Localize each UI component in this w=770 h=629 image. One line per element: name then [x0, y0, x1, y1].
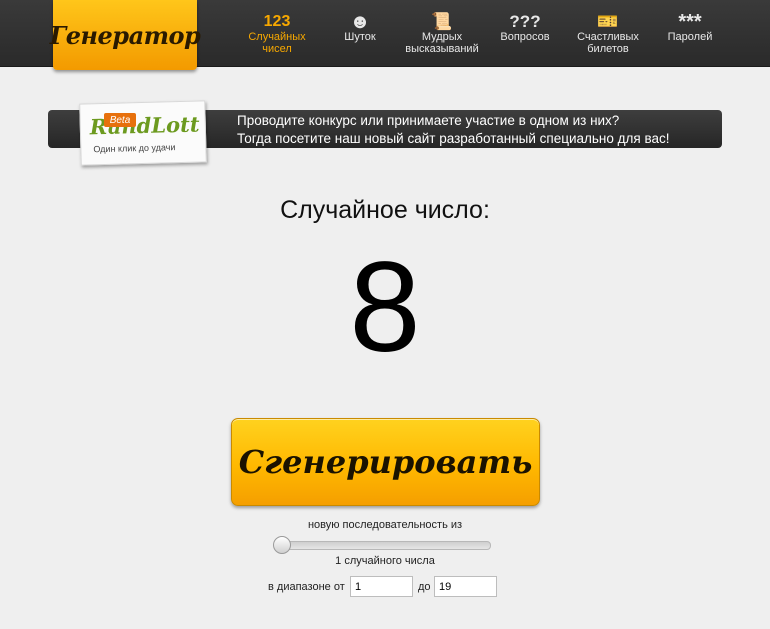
- smiley-icon: ☻: [349, 11, 371, 33]
- nav-item-quotes[interactable]: 📜 Мудрых высказываний: [400, 0, 484, 66]
- ticket-icon: 🎫: [597, 12, 619, 31]
- numbers-icon: 123: [263, 13, 291, 30]
- result-label: Случайное число:: [280, 196, 490, 224]
- range-to-input[interactable]: [434, 576, 497, 597]
- site-logo[interactable]: Генератор: [50, 0, 201, 70]
- nav-item-label: Шуток: [344, 31, 376, 43]
- range-to-label: до: [418, 581, 431, 593]
- count-slider-handle[interactable]: [273, 536, 291, 554]
- nav-item-random-numbers[interactable]: 123 Случайных чисел: [244, 0, 310, 66]
- question-marks-icon: ???: [509, 12, 541, 31]
- generate-button[interactable]: Сгенерировать: [231, 418, 540, 506]
- scroll-icon: 📜: [431, 12, 453, 31]
- beta-badge: Beta: [104, 113, 136, 127]
- nav-item-label: Паролей: [667, 31, 713, 43]
- sequence-label: новую последовательность из: [307, 519, 463, 531]
- count-slider-track[interactable]: [276, 541, 491, 550]
- nav-item-lucky-tickets[interactable]: 🎫 Счастливых билетов: [570, 0, 646, 66]
- random-number-result: 8: [349, 236, 421, 379]
- banner-line-1: Проводите конкурс или принимаете участие…: [237, 113, 620, 128]
- banner-line-2: Тогда посетите наш новый сайт разработан…: [237, 131, 670, 146]
- nav-item-label: Вопросов: [500, 31, 550, 43]
- nav-item-label: Счастливых билетов: [577, 31, 639, 55]
- nav-item-questions[interactable]: ??? Вопросов: [495, 0, 555, 66]
- nav-item-passwords[interactable]: *** Паролей: [660, 0, 720, 66]
- randlott-tagline: Один клик до удачи: [93, 142, 176, 155]
- banner-text[interactable]: Проводите конкурс или принимаете участие…: [237, 112, 669, 148]
- range-from-input[interactable]: [350, 576, 413, 597]
- range-from-label: в диапазоне от: [268, 581, 345, 593]
- count-label: 1 случайного числа: [335, 555, 435, 567]
- nav-item-jokes[interactable]: ☻ Шуток: [330, 0, 390, 66]
- asterisks-icon: ***: [678, 11, 702, 33]
- randlott-card[interactable]: RandLott Один клик до удачи: [79, 100, 207, 166]
- nav-item-label: Мудрых высказываний: [405, 31, 479, 55]
- nav-item-label: Случайных чисел: [248, 31, 306, 55]
